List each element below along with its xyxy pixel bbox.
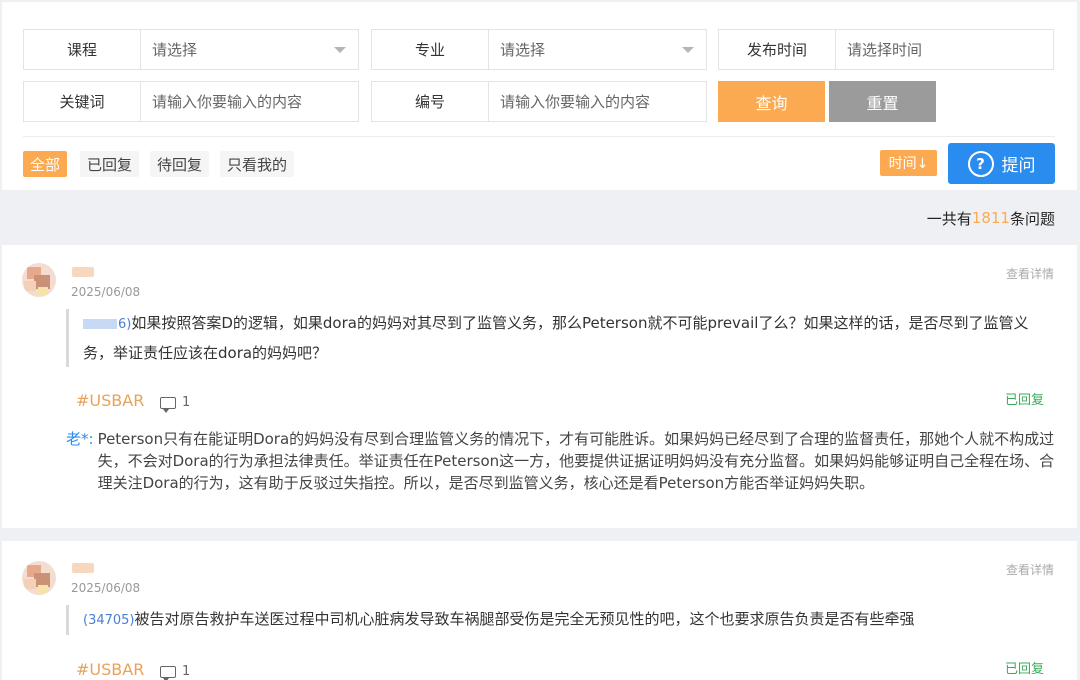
comment-icon — [160, 396, 176, 413]
number-label: 编号 — [372, 82, 489, 121]
question-card: 2025/06/08 查看详情 (34705)被告对原告救护车送医过程中司机心脏… — [2, 541, 1077, 680]
filter-panel: 课程 请选择 专业 请选择 发布时间 请选择时间 关键词 请输入你要输入的内容 … — [2, 2, 1077, 190]
publish-time-label: 发布时间 — [719, 30, 836, 69]
answer-text: Peterson只有在能证明Dora的妈妈没有尽到合理监管义务的情况下，才有可能… — [97, 430, 1055, 492]
course-placeholder: 请选择 — [152, 41, 198, 59]
comment-number: 1 — [182, 395, 191, 410]
publish-time-picker[interactable]: 请选择时间 — [836, 30, 1053, 69]
comment-count[interactable]: 1 — [160, 664, 191, 680]
question-body: 如果按照答案D的逻辑，如果dora的妈妈对其尽到了监管义务，那么Peterson… — [83, 314, 1029, 362]
keyword-filter[interactable]: 关键词 请输入你要输入的内容 — [23, 81, 359, 122]
question-circle-icon: ? — [967, 150, 994, 177]
answer-author: 老*: — [66, 430, 94, 448]
reset-button[interactable]: 重置 — [829, 81, 936, 122]
sort-time-button[interactable]: 时间↓ — [880, 150, 937, 176]
question-text: (34705)被告对原告救护车送医过程中司机心脏病发导致车祸腿部受伤是完全无预见… — [66, 605, 1056, 635]
username — [72, 563, 94, 573]
ask-question-button[interactable]: ? 提问 — [948, 143, 1055, 184]
question-tag[interactable]: #USBAR — [76, 660, 144, 679]
view-details-link[interactable]: 查看详情 — [1006, 265, 1054, 282]
major-placeholder: 请选择 — [500, 41, 546, 59]
search-button[interactable]: 查询 — [718, 81, 825, 122]
comment-count[interactable]: 1 — [160, 395, 191, 413]
status-badge: 已回复 — [1004, 662, 1044, 677]
question-body: 被告对原告救护车送医过程中司机心脏病发导致车祸腿部受伤是完全无预见性的吧，这个也… — [134, 610, 915, 628]
chevron-down-icon — [334, 47, 346, 53]
chevron-down-icon — [682, 47, 694, 53]
question-ref-redacted — [83, 318, 117, 329]
number-placeholder: 请输入你要输入的内容 — [500, 93, 651, 111]
course-filter[interactable]: 课程 请选择 — [23, 29, 359, 70]
avatar[interactable] — [22, 561, 56, 595]
course-select[interactable]: 请选择 — [141, 30, 358, 69]
answer: 老*: Peterson只有在能证明Dora的妈妈没有尽到合理监管义务的情况下，… — [66, 428, 1056, 494]
question-date: 2025/06/08 — [71, 581, 141, 595]
major-select[interactable]: 请选择 — [489, 30, 706, 69]
question-ref[interactable]: (34705) — [83, 613, 135, 628]
keyword-placeholder: 请输入你要输入的内容 — [152, 93, 303, 111]
username — [72, 267, 94, 277]
total-number: 1811 — [971, 209, 1010, 227]
total-prefix: 一共有 — [926, 209, 972, 228]
publish-time-filter[interactable]: 发布时间 请选择时间 — [718, 29, 1054, 70]
major-label: 专业 — [372, 30, 489, 69]
course-label: 课程 — [24, 30, 141, 69]
number-filter[interactable]: 编号 请输入你要输入的内容 — [371, 81, 707, 122]
keyword-label: 关键词 — [24, 82, 141, 121]
ask-label: 提问 — [1001, 156, 1036, 176]
tab-pending[interactable]: 待回复 — [150, 151, 210, 177]
total-suffix: 条问题 — [1009, 209, 1055, 228]
tab-all[interactable]: 全部 — [23, 151, 68, 177]
number-input[interactable]: 请输入你要输入的内容 — [489, 82, 706, 121]
comment-icon — [160, 665, 176, 680]
question-tag[interactable]: #USBAR — [76, 391, 144, 410]
tab-replied[interactable]: 已回复 — [80, 151, 140, 177]
keyword-input[interactable]: 请输入你要输入的内容 — [141, 82, 358, 121]
question-card: 2025/06/08 查看详情 6)如果按照答案D的逻辑，如果dora的妈妈对其… — [2, 245, 1077, 528]
question-date: 2025/06/08 — [71, 285, 141, 299]
avatar[interactable] — [22, 263, 56, 297]
question-ref[interactable]: 6) — [118, 317, 131, 332]
comment-number: 1 — [182, 664, 191, 679]
publish-time-placeholder: 请选择时间 — [847, 41, 923, 59]
question-text: 6)如果按照答案D的逻辑，如果dora的妈妈对其尽到了监管义务，那么Peters… — [66, 309, 1056, 367]
divider — [23, 136, 1055, 137]
view-details-link[interactable]: 查看详情 — [1006, 561, 1054, 578]
tab-mine[interactable]: 只看我的 — [220, 151, 295, 177]
major-filter[interactable]: 专业 请选择 — [371, 29, 707, 70]
status-badge: 已回复 — [1004, 393, 1044, 408]
total-count: 一共有 1811 条问题 — [0, 196, 1080, 240]
